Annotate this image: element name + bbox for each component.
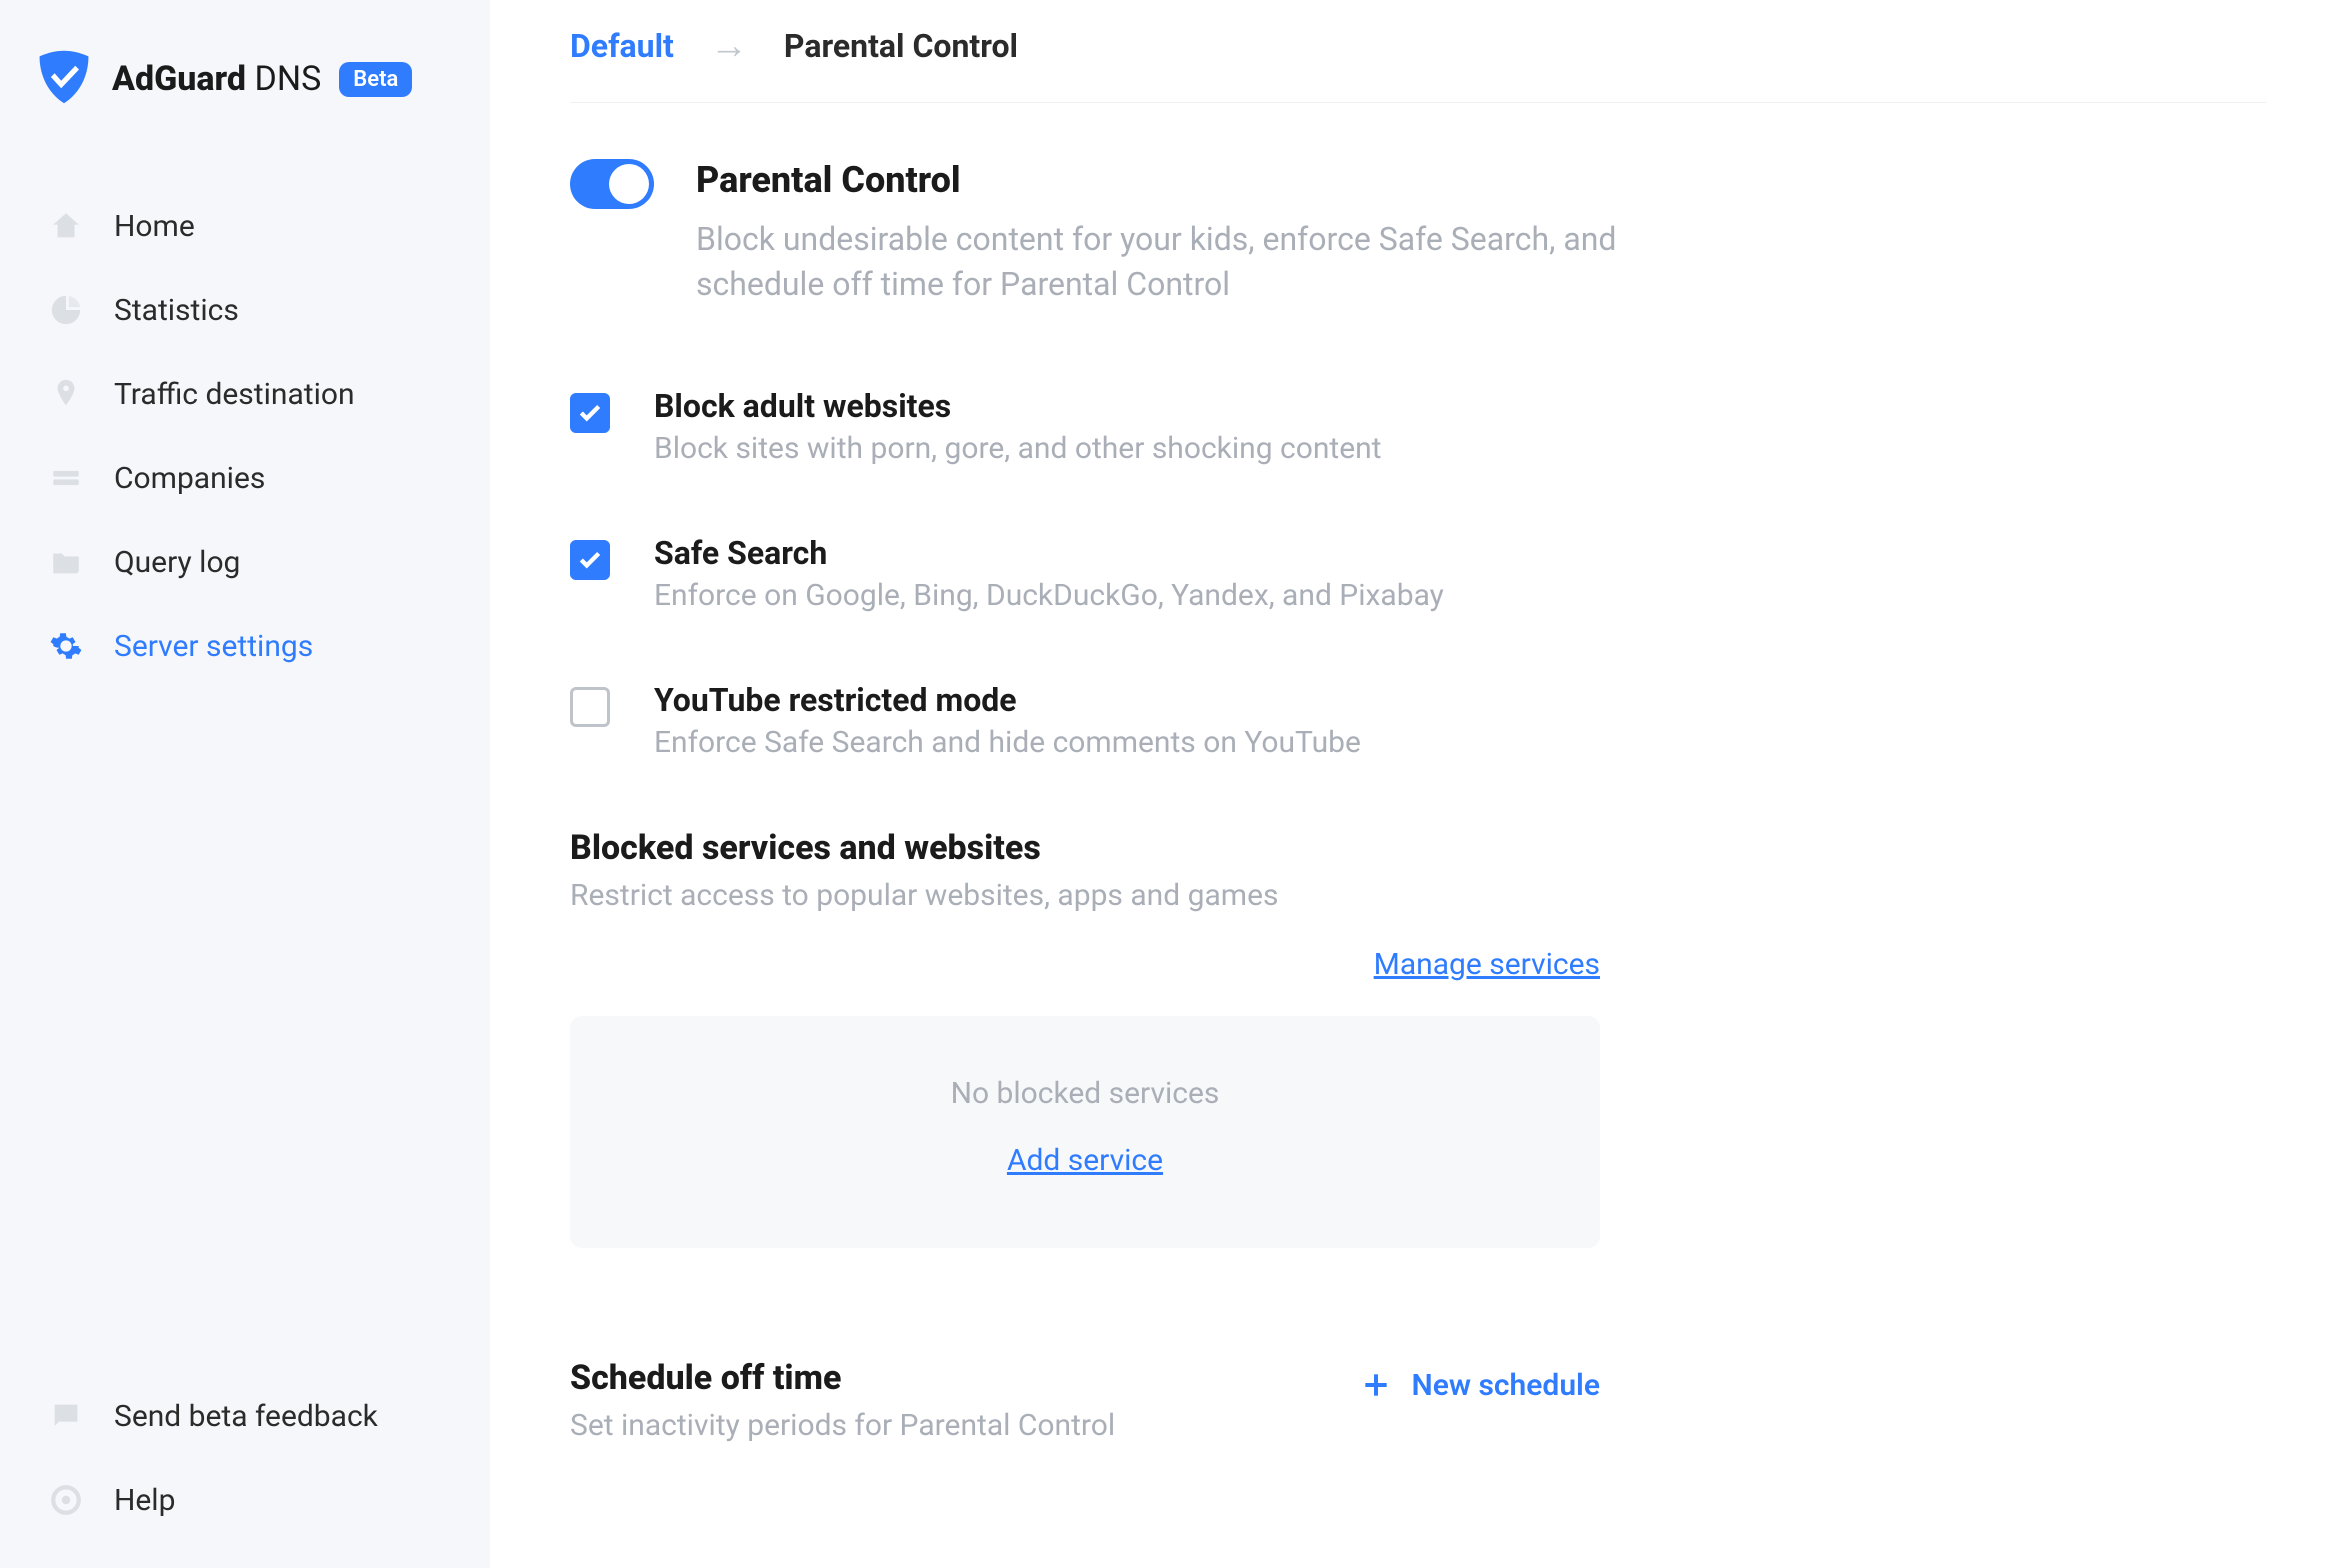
blocked-services-empty: No blocked services Add service — [570, 1016, 1600, 1248]
page-title: Parental Control — [696, 159, 1696, 201]
folder-icon — [48, 544, 84, 580]
arrow-right-icon: → — [710, 24, 748, 68]
option-desc: Enforce on Google, Bing, DuckDuckGo, Yan… — [654, 578, 1444, 613]
gear-icon — [48, 628, 84, 664]
chat-icon — [48, 1398, 84, 1434]
breadcrumb: Default → Parental Control — [570, 0, 2266, 103]
sidebar-nav: Home Statistics Traffic destination Comp… — [30, 188, 460, 684]
section-header-text: Parental Control Block undesirable conte… — [696, 159, 1696, 307]
sidebar-item-help[interactable]: Help — [30, 1462, 460, 1538]
sidebar-item-home[interactable]: Home — [30, 188, 460, 264]
sidebar-item-label: Send beta feedback — [114, 1399, 378, 1434]
option-title: Block adult websites — [654, 387, 1382, 425]
sidebar: AdGuard DNS Beta Home Statistics Traf — [0, 0, 490, 1568]
section-title: Blocked services and websites — [570, 828, 2266, 868]
checkbox-block-adult[interactable] — [570, 393, 610, 433]
option-youtube-restricted: YouTube restricted mode Enforce Safe Sea… — [570, 681, 2266, 760]
pin-icon — [48, 376, 84, 412]
option-safe-search: Safe Search Enforce on Google, Bing, Duc… — [570, 534, 2266, 613]
section-title: Schedule off time — [570, 1358, 1115, 1398]
brand-logo: AdGuard DNS Beta — [30, 50, 460, 108]
sidebar-item-traffic[interactable]: Traffic destination — [30, 356, 460, 432]
checkbox-youtube-restricted[interactable] — [570, 687, 610, 727]
sidebar-item-label: Server settings — [114, 629, 313, 664]
option-title: YouTube restricted mode — [654, 681, 1361, 719]
page-subtitle: Block undesirable content for your kids,… — [696, 217, 1696, 307]
pie-chart-icon — [48, 292, 84, 328]
sidebar-item-label: Traffic destination — [114, 377, 355, 412]
sidebar-item-label: Help — [114, 1483, 175, 1518]
parental-control-toggle[interactable] — [570, 159, 654, 209]
add-service-link[interactable]: Add service — [1007, 1143, 1163, 1178]
section-desc: Set inactivity periods for Parental Cont… — [570, 1408, 1115, 1443]
sidebar-item-server-settings[interactable]: Server settings — [30, 608, 460, 684]
sidebar-item-label: Companies — [114, 461, 265, 496]
option-desc: Enforce Safe Search and hide comments on… — [654, 725, 1361, 760]
sidebar-item-statistics[interactable]: Statistics — [30, 272, 460, 348]
blocked-services-section: Blocked services and websites Restrict a… — [570, 828, 2266, 1248]
sidebar-item-label: Statistics — [114, 293, 239, 328]
new-schedule-label: New schedule — [1412, 1368, 1601, 1403]
empty-text: No blocked services — [590, 1076, 1580, 1111]
home-icon — [48, 208, 84, 244]
new-schedule-button[interactable]: New schedule — [1360, 1368, 1601, 1403]
section-header: Parental Control Block undesirable conte… — [570, 159, 2266, 307]
sidebar-item-feedback[interactable]: Send beta feedback — [30, 1378, 460, 1454]
list-icon — [48, 460, 84, 496]
section-desc: Restrict access to popular websites, app… — [570, 878, 2266, 913]
checkbox-safe-search[interactable] — [570, 540, 610, 580]
sidebar-item-query-log[interactable]: Query log — [30, 524, 460, 600]
beta-badge: Beta — [339, 62, 412, 97]
option-title: Safe Search — [654, 534, 1444, 572]
sidebar-item-companies[interactable]: Companies — [30, 440, 460, 516]
sidebar-footer: Send beta feedback Help — [30, 1378, 460, 1538]
sidebar-item-label: Query log — [114, 545, 240, 580]
manage-services-link[interactable]: Manage services — [1374, 947, 1600, 982]
adguard-logo-icon — [34, 50, 94, 108]
breadcrumb-root[interactable]: Default — [570, 27, 674, 65]
schedule-section: Schedule off time Set inactivity periods… — [570, 1358, 1600, 1443]
option-block-adult: Block adult websites Block sites with po… — [570, 387, 2266, 466]
option-desc: Block sites with porn, gore, and other s… — [654, 431, 1382, 466]
help-icon — [48, 1482, 84, 1518]
plus-icon — [1360, 1369, 1392, 1401]
brand-name: AdGuard DNS — [112, 59, 321, 99]
sidebar-item-label: Home — [114, 209, 195, 244]
breadcrumb-current: Parental Control — [784, 27, 1018, 65]
main-content: Default → Parental Control Parental Cont… — [490, 0, 2326, 1568]
